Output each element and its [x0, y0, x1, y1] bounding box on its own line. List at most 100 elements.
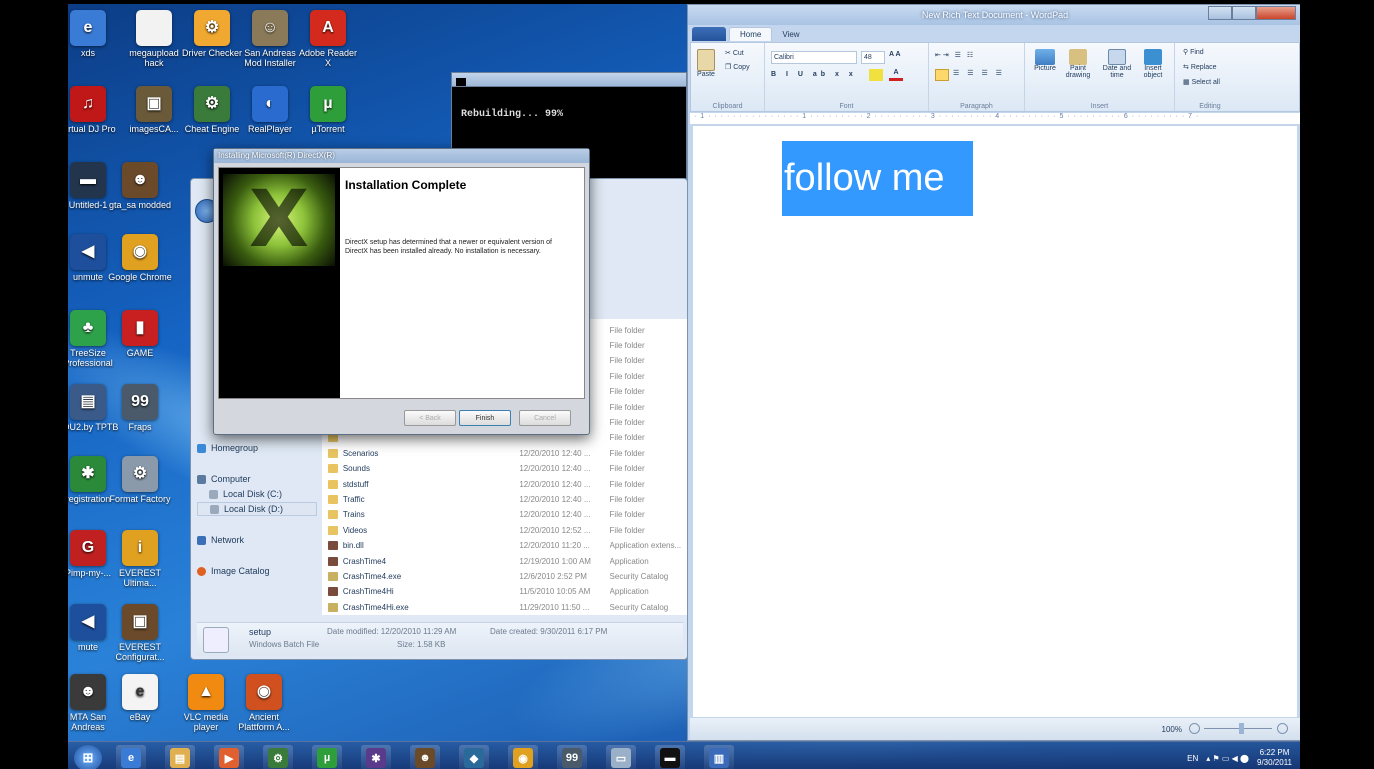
taskbar-button[interactable]: ✱ [361, 745, 391, 769]
back-button[interactable]: < Back [404, 410, 456, 426]
desktop-icon[interactable]: ♫ Virtual DJ Pro [68, 86, 120, 134]
start-button[interactable]: ⊞ [74, 745, 102, 769]
file-row[interactable]: CrashTime4.exe 12/6/2010 2:52 PM Security … [322, 569, 688, 583]
file-row[interactable]: Scenarios 12/20/2010 12:40 ... File folder [322, 446, 688, 460]
taskbar-button[interactable]: ☻ [410, 745, 440, 769]
nav-image-catalog[interactable]: Image Catalog [197, 564, 317, 578]
desktop-icon[interactable]: ☺ San Andreas Mod Installer [238, 10, 302, 68]
desktop-icon[interactable]: megaupload hack [122, 10, 186, 68]
font-color-icon[interactable]: A [889, 69, 903, 81]
selected-text[interactable]: follow me [782, 141, 973, 216]
replace-button[interactable]: ⇆ Replace [1183, 63, 1217, 71]
details-created: Date created: 9/30/2011 6:17 PM [490, 627, 608, 636]
file-row[interactable]: stdstuff 12/20/2010 12:40 ... File folder [322, 477, 688, 491]
zoom-out-button[interactable] [1189, 723, 1200, 734]
desktop-icon[interactable]: ⚙ Cheat Engine [180, 86, 244, 134]
desktop-icon[interactable]: ▣ EVEREST Configurat... [108, 604, 172, 662]
desktop-icon[interactable]: ◉ Google Chrome [108, 234, 172, 282]
picture-button[interactable]: Picture [1031, 49, 1059, 72]
highlight-icon[interactable] [869, 69, 883, 81]
find-button[interactable]: ⚲ Find [1183, 48, 1204, 56]
desktop-icon[interactable]: ◐ RealPlayer [238, 86, 302, 134]
align-buttons[interactable]: ☰ ☰ ☰ ☰ [953, 69, 1005, 77]
close-button[interactable] [1256, 6, 1296, 20]
ruler[interactable]: · 1 · · · · · · · · · · · · · · · 1 · · … [690, 113, 1300, 125]
file-row[interactable]: CrashTime4 12/19/2010 1:00 AM Application [322, 554, 688, 568]
fraps-icon: 99 [562, 748, 582, 768]
desktop-icon[interactable]: e eBay [108, 674, 172, 722]
nav-computer[interactable]: Computer [197, 472, 317, 486]
tray-icons[interactable]: ▴ ⚑ ▭ ◀ ⬤ [1206, 754, 1249, 763]
tab-view[interactable]: View [772, 28, 809, 41]
desktop-icon[interactable]: ▮ GAME [108, 310, 172, 358]
wordpad-titlebar[interactable]: New Rich Text Document - WordPad [688, 5, 1300, 25]
taskbar-button[interactable]: ◆ [459, 745, 489, 769]
desktop-icon[interactable]: µ µTorrent [296, 86, 360, 134]
nav-network[interactable]: Network [197, 533, 317, 547]
insert-object-button[interactable]: Insert object [1137, 49, 1169, 79]
directx-dialog[interactable]: Installing Microsoft(R) DirectX(R) X Ins… [213, 148, 590, 435]
taskbar-button[interactable]: 99 [557, 745, 587, 769]
taskbar-button[interactable]: µ [312, 745, 342, 769]
taskbar-button[interactable]: e [116, 745, 146, 769]
font-size-select[interactable]: 48 [861, 51, 885, 64]
cut-button[interactable]: ✂ Cut [725, 49, 744, 57]
taskbar-button[interactable]: ▭ [606, 745, 636, 769]
desktop-icon[interactable]: ◉ Ancient Plattform A... [232, 674, 296, 732]
desktop-icon[interactable]: ☻ gta_sa modded [108, 162, 172, 210]
select-all-button[interactable]: ▦ Select all [1183, 78, 1220, 86]
file-row[interactable]: Sounds 12/20/2010 12:40 ... File folder [322, 462, 688, 476]
taskbar-button[interactable]: ◉ [508, 745, 538, 769]
taskbar-button[interactable]: ▤ [165, 745, 195, 769]
nav-disk-c[interactable]: Local Disk (C:) [197, 487, 317, 501]
nav-homegroup[interactable]: Homegroup [197, 441, 317, 455]
indent-buttons[interactable]: ⇤⇥ ☰ ☷ [935, 51, 975, 59]
tab-home[interactable]: Home [729, 27, 773, 41]
font-family-select[interactable]: Calibri [771, 51, 857, 64]
cancel-button[interactable]: Cancel [519, 410, 571, 426]
maximize-button[interactable] [1232, 6, 1256, 20]
zoom-slider[interactable] [1204, 728, 1272, 729]
copy-button[interactable]: ❐ Copy [725, 63, 750, 71]
nav-disk-d[interactable]: Local Disk (D:) [197, 502, 317, 516]
paste-button[interactable]: Paste [697, 49, 715, 78]
taskbar-button[interactable]: ▶ [214, 745, 244, 769]
folder-icon [328, 479, 338, 489]
desktop-icon[interactable]: ⚙ Format Factory [108, 456, 172, 504]
desktop-icon[interactable]: 99 Fraps [108, 384, 172, 432]
wordpad-window[interactable]: New Rich Text Document - WordPad Home Vi… [687, 4, 1300, 741]
clock[interactable]: 6:22 PM 9/30/2011 [1257, 748, 1292, 768]
document-page[interactable]: follow me [693, 126, 1297, 717]
desktop-icon[interactable]: e xds [68, 10, 120, 58]
file-row[interactable]: Traffic 12/20/2010 12:40 ... File folder [322, 492, 688, 506]
file-row[interactable]: Videos 12/20/2010 12:52 ... File folder [322, 523, 688, 537]
date-time-button[interactable]: Date and time [1099, 49, 1135, 79]
desktop-icon[interactable]: ▲ VLC media player [174, 674, 238, 732]
finish-button[interactable]: Finish [459, 410, 511, 426]
console-titlebar[interactable] [452, 73, 686, 87]
file-row[interactable]: Trains 12/20/2010 12:40 ... File folder [322, 508, 688, 522]
desktop-icon[interactable]: ▣ imagesCA... [122, 86, 186, 134]
picture-label: Picture [1034, 65, 1056, 72]
language-indicator[interactable]: EN [1187, 754, 1198, 763]
minimize-button[interactable] [1208, 6, 1232, 20]
file-row[interactable]: CrashTime4Hi 11/5/2010 10:05 AM Applicatio… [322, 585, 688, 599]
desktop-icon[interactable]: A Adobe Reader X [296, 10, 360, 68]
zoom-in-button[interactable] [1277, 723, 1288, 734]
align-left-icon[interactable] [935, 69, 949, 81]
file-menu-button[interactable] [692, 27, 726, 41]
format-buttons[interactable]: B I U ab x x [771, 71, 857, 78]
desktop-icon[interactable]: ⚙ Driver Checker [180, 10, 244, 58]
details-name: setup [249, 627, 272, 637]
desktop-icon[interactable]: i EVEREST Ultima... [108, 530, 172, 588]
paint-drawing-button[interactable]: Paint drawing [1061, 49, 1095, 79]
grow-font-icon[interactable]: A A [889, 51, 901, 58]
zoom-slider-thumb[interactable] [1239, 723, 1244, 734]
file-row[interactable]: bin.dll 12/20/2010 11:20 ... Application e… [322, 539, 688, 553]
taskbar-button[interactable]: ⚙ [263, 745, 293, 769]
gears-icon: ⚙ [194, 10, 230, 46]
taskbar-button[interactable]: ▥ [704, 745, 734, 769]
taskbar-button[interactable]: ▬ [655, 745, 685, 769]
file-row[interactable]: CrashTime4Hi.exe 11/29/2010 11:50 ... Secu… [322, 600, 688, 614]
scissors-icon: ✂ [725, 50, 733, 57]
